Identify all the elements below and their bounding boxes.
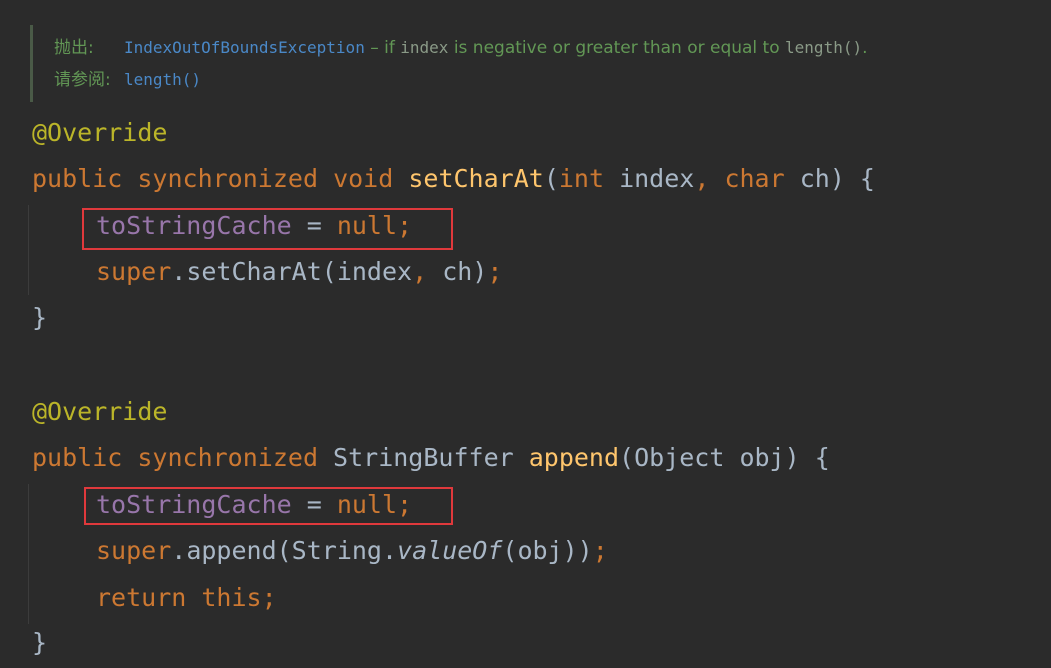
keyword-int: int (558, 164, 605, 193)
closing-brace: } (32, 303, 48, 332)
comma: , (694, 164, 725, 193)
keyword-public: public (32, 443, 123, 472)
keyword-public: public (32, 164, 123, 193)
override-annotation: @Override (32, 397, 168, 426)
param-ch: ch) { (784, 164, 875, 193)
keyword-char: char (724, 164, 785, 193)
see-also-label: 请参阅: (54, 70, 111, 90)
keyword-super: super (96, 536, 172, 565)
desc-suffix: . (862, 38, 868, 58)
closing-brace: } (32, 628, 48, 657)
args: (obj)) (502, 536, 593, 565)
indent-guide (28, 205, 29, 295)
method-name-append: append (528, 443, 620, 472)
desc-method: length() (785, 38, 863, 57)
code-line-6[interactable]: @Override (32, 397, 167, 427)
keyword-void: void (333, 164, 394, 193)
highlight-box (82, 208, 453, 250)
code-line-4[interactable]: super.setCharAt(index, ch); (96, 257, 502, 287)
code-line-11[interactable]: } (32, 628, 47, 658)
code-editor[interactable]: 抛出: IndexOutOfBoundsException – if index … (0, 0, 1051, 668)
javadoc-throws-row: 抛出: IndexOutOfBoundsException – if index … (54, 37, 868, 59)
semicolon: ; (261, 583, 277, 612)
indent-guide (28, 484, 29, 624)
javadoc-see-also-row: 请参阅: length() (54, 69, 201, 91)
semicolon: ; (487, 257, 503, 286)
override-annotation: @Override (32, 118, 168, 147)
return-type: StringBuffer (318, 443, 529, 472)
super-call: .append(String. (171, 536, 398, 565)
keyword-return: return (96, 583, 187, 612)
exception-link[interactable]: IndexOutOfBoundsException (124, 38, 365, 57)
super-call: .setCharAt(index (171, 257, 413, 286)
param-index: index (604, 164, 695, 193)
desc-middle: is negative or greater than or equal to (448, 38, 786, 58)
keyword-super: super (96, 257, 172, 286)
keyword-this: this (201, 583, 262, 612)
code-line-1[interactable]: @Override (32, 118, 167, 148)
semicolon: ; (592, 536, 608, 565)
see-also-link[interactable]: length() (124, 70, 201, 89)
code-line-9[interactable]: super.append(String.valueOf(obj)); (96, 536, 608, 566)
method-valueof: valueOf (397, 536, 503, 565)
highlight-box (84, 487, 453, 525)
code-line-5[interactable]: } (32, 303, 47, 333)
throws-label: 抛出: (54, 38, 94, 58)
method-name-setcharat: setCharAt (408, 164, 544, 193)
javadoc-rendered-block: 抛出: IndexOutOfBoundsException – if index … (30, 25, 1013, 102)
keyword-synchronized: synchronized (137, 443, 318, 472)
params: (Object obj) { (619, 443, 830, 472)
code-line-2[interactable]: public synchronized void setCharAt(int i… (32, 164, 875, 194)
desc-prefix: – if (364, 38, 401, 58)
desc-param: index (400, 38, 449, 57)
code-line-10[interactable]: return this; (96, 583, 277, 613)
keyword-synchronized: synchronized (137, 164, 318, 193)
comma: , (412, 257, 443, 286)
code-line-7[interactable]: public synchronized StringBuffer append(… (32, 443, 830, 473)
arg-ch: ch) (442, 257, 488, 286)
paren-open: ( (543, 164, 559, 193)
